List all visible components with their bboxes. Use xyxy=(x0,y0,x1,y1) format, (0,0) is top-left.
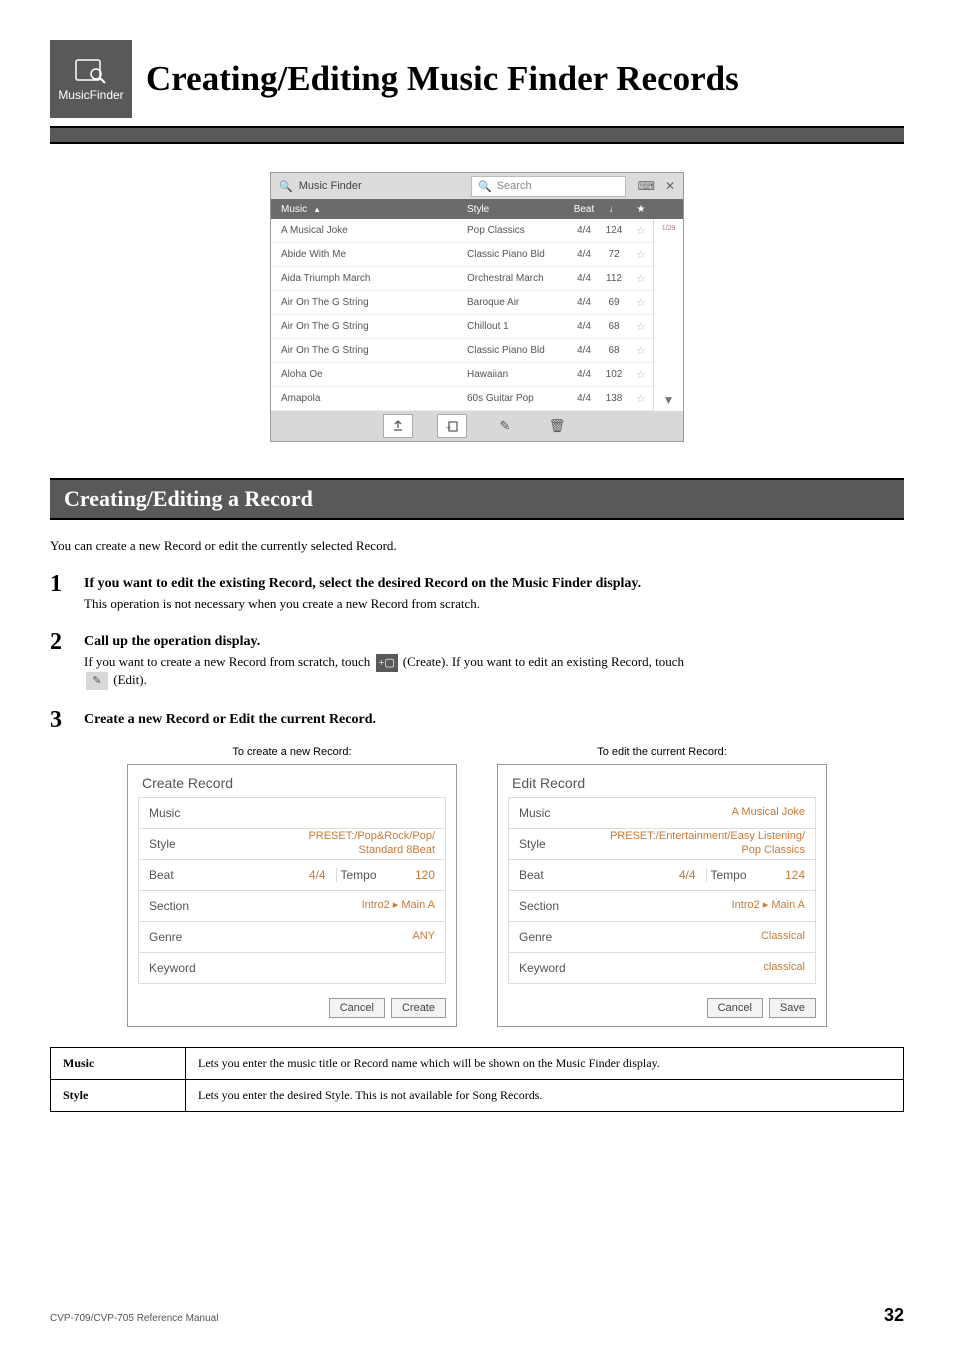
def-music-text: Lets you enter the music title or Record… xyxy=(186,1047,904,1079)
music-finder-window: 🔍 Music Finder 🔍 Search ⌨ ✕ Music ▲ Style… xyxy=(270,172,684,442)
table-row[interactable]: Air On The G StringChillout 14/468☆ xyxy=(271,315,653,339)
keyword-field[interactable]: Keyword xyxy=(138,952,446,984)
page-number: 32 xyxy=(884,1305,904,1326)
step1-body: This operation is not necessary when you… xyxy=(84,596,904,612)
col-beat[interactable]: Beat xyxy=(569,204,599,215)
keyboard-icon[interactable]: ⌨ xyxy=(638,179,655,193)
create-caption: To create a new Record: xyxy=(127,746,457,758)
search-input[interactable]: 🔍 Search xyxy=(471,176,626,197)
beat-tempo-row[interactable]: Beat 4/4Tempo124 xyxy=(508,859,816,890)
definition-table: MusicLets you enter the music title or R… xyxy=(50,1047,904,1112)
musicfinder-badge: MusicFinder xyxy=(50,40,132,118)
cancel-button[interactable]: Cancel xyxy=(329,998,385,1018)
col-tempo[interactable]: ♩ xyxy=(599,204,629,215)
sort-asc-icon: ▲ xyxy=(313,205,321,214)
col-style[interactable]: Style xyxy=(461,204,569,215)
badge-label: MusicFinder xyxy=(58,88,123,102)
keyword-field[interactable]: Keywordclassical xyxy=(508,952,816,984)
step3-title: Create a new Record or Edit the current … xyxy=(84,712,904,728)
music-field[interactable]: Music xyxy=(138,797,446,828)
table-header: Music ▲ Style Beat ♩ ★ xyxy=(271,199,683,219)
create-icon: +▢ xyxy=(376,654,398,672)
window-title: Music Finder xyxy=(299,180,362,192)
def-music-label: Music xyxy=(51,1047,186,1079)
table-row[interactable]: A Musical JokePop Classics4/4124☆ xyxy=(271,219,653,243)
style-field[interactable]: StylePRESET:/Entertainment/Easy Listenin… xyxy=(508,828,816,859)
style-field[interactable]: StylePRESET:/Pop&Rock/Pop/ Standard 8Bea… xyxy=(138,828,446,859)
table-row[interactable]: Amapola60s Guitar Pop4/4138☆ xyxy=(271,387,653,411)
table-row[interactable]: Air On The G StringClassic Piano Bld4/46… xyxy=(271,339,653,363)
close-icon[interactable]: ✕ xyxy=(665,179,675,193)
table-row[interactable]: Air On The G StringBaroque Air4/469☆ xyxy=(271,291,653,315)
def-style-text: Lets you enter the desired Style. This i… xyxy=(186,1079,904,1111)
magnifier-page-icon xyxy=(74,56,108,86)
svg-text:+: + xyxy=(446,423,451,433)
footer-reference: CVP-709/CVP-705 Reference Manual xyxy=(50,1313,218,1324)
def-style-label: Style xyxy=(51,1079,186,1111)
step-number-3: 3 xyxy=(50,708,70,732)
edit-button[interactable]: ✎ xyxy=(491,415,519,437)
create-record-dialog: Create Record Music StylePRESET:/Pop&Roc… xyxy=(127,764,457,1027)
step1-title: If you want to edit the existing Record,… xyxy=(84,576,904,592)
create-dialog-title: Create Record xyxy=(128,765,456,797)
music-field[interactable]: MusicA Musical Joke xyxy=(508,797,816,828)
table-row[interactable]: Abide With MeClassic Piano Bld4/472☆ xyxy=(271,243,653,267)
edit-caption: To edit the current Record: xyxy=(497,746,827,758)
genre-field[interactable]: GenreClassical xyxy=(508,921,816,952)
edit-dialog-title: Edit Record xyxy=(498,765,826,797)
page-magnifier-icon: 🔍 xyxy=(279,180,293,193)
search-placeholder: Search xyxy=(497,180,532,192)
intro-text: You can create a new Record or edit the … xyxy=(50,536,904,556)
col-music[interactable]: Music xyxy=(281,204,307,215)
header-divider xyxy=(50,126,904,144)
table-row[interactable]: Aida Triumph MarchOrchestral March4/4112… xyxy=(271,267,653,291)
section-field[interactable]: SectionIntro2 ▸ Main A xyxy=(508,890,816,921)
search-icon: 🔍 xyxy=(478,180,492,193)
edit-record-dialog: Edit Record MusicA Musical Joke StylePRE… xyxy=(497,764,827,1027)
create-confirm-button[interactable]: Create xyxy=(391,998,446,1018)
cancel-button[interactable]: Cancel xyxy=(707,998,763,1018)
page-title: Creating/Editing Music Finder Records xyxy=(146,60,739,99)
page-indicator: 1/29 xyxy=(662,225,676,232)
create-button[interactable]: + xyxy=(437,414,467,438)
genre-field[interactable]: GenreANY xyxy=(138,921,446,952)
save-button[interactable]: Save xyxy=(769,998,816,1018)
edit-icon: ✎ xyxy=(86,672,108,690)
step2-title: Call up the operation display. xyxy=(84,634,904,650)
step-number-1: 1 xyxy=(50,572,70,616)
step2-body: If you want to create a new Record from … xyxy=(84,654,904,690)
scroll-down-icon[interactable]: ▼ xyxy=(663,393,675,411)
beat-tempo-row[interactable]: Beat 4/4Tempo120 xyxy=(138,859,446,890)
table-row[interactable]: Aloha OeHawaiian4/4102☆ xyxy=(271,363,653,387)
send-button[interactable] xyxy=(383,414,413,438)
delete-button[interactable]: 🗑 xyxy=(543,415,571,437)
section-field[interactable]: SectionIntro2 ▸ Main A xyxy=(138,890,446,921)
scroll-area[interactable]: 1/29 ▼ xyxy=(653,219,683,411)
col-star[interactable]: ★ xyxy=(629,204,653,215)
section-heading: Creating/Editing a Record xyxy=(50,478,904,520)
step-number-2: 2 xyxy=(50,630,70,694)
